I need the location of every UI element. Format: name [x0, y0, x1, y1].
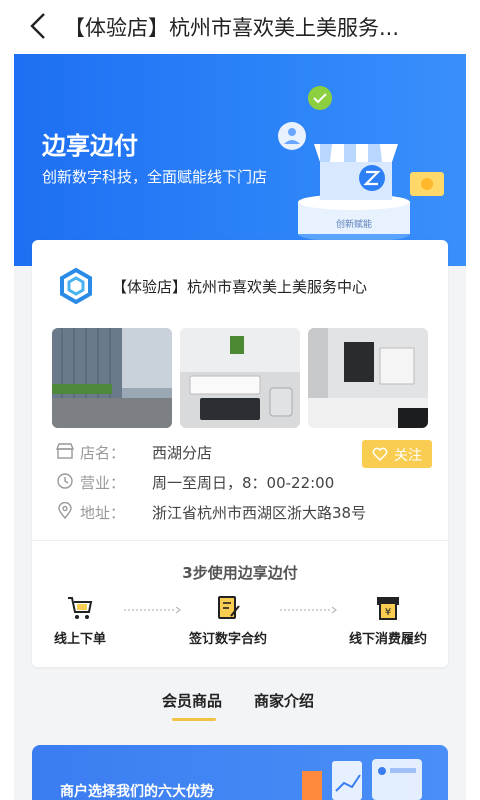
content-tabs: 会员商品 商家介绍 — [0, 690, 480, 730]
store-photo-office[interactable] — [308, 328, 428, 428]
info-label: 营业： — [80, 474, 126, 492]
banner-title: 边享边付 — [42, 132, 138, 160]
store-icon — [56, 443, 74, 459]
follow-label: 关注 — [394, 448, 422, 464]
advantages-banner[interactable]: 商户选择我们的六大优势 — [32, 745, 448, 800]
step-sign-contract: 签订数字合约 — [168, 594, 288, 647]
info-label: 店名： — [80, 444, 126, 462]
info-value: 周一至周日，8：00-22:00 — [152, 474, 335, 492]
step-label: 签订数字合约 — [188, 632, 267, 647]
page-title: 【体验店】杭州市喜欢美上美服务... — [64, 16, 400, 40]
info-value: 西湖分店 — [152, 444, 213, 462]
store-logo-icon — [60, 268, 92, 304]
svg-text:¥: ¥ — [385, 607, 391, 618]
store-illustration-icon: 创新赋能 — [278, 86, 444, 242]
promo-banner: 边享边付 创新数字科技，全面赋能线下门店 创新赋能 — [14, 54, 466, 266]
step-label: 线上下单 — [53, 632, 106, 647]
top-nav-bar: 【体验店】杭州市喜欢美上美服务... — [0, 0, 480, 52]
step-label: 线下消费履约 — [348, 632, 427, 647]
info-value: 浙江省杭州市西湖区浙大路38号 — [152, 504, 367, 522]
store-name: 【体验店】杭州市喜欢美上美服务中心 — [112, 278, 368, 296]
banner-subtitle: 创新数字科技，全面赋能线下门店 — [42, 168, 268, 186]
contract-icon — [218, 596, 240, 619]
chart-illustration-icon — [302, 759, 422, 800]
store-card: 【体验店】杭州市喜欢美上美服务中心 店名： 西湖分店 营业： 周一至周日，8：0… — [32, 240, 448, 667]
info-label: 地址： — [80, 504, 126, 522]
active-tab-indicator — [172, 718, 216, 721]
follow-button[interactable]: 关注 — [362, 440, 432, 468]
store-photo-building[interactable] — [52, 328, 172, 428]
step-offline-fulfil: ¥ 线下消费履约 — [328, 594, 448, 647]
advantages-title: 商户选择我们的六大优势 — [60, 784, 214, 800]
card-divider — [32, 540, 448, 541]
cart-icon — [68, 597, 93, 619]
heart-icon — [372, 447, 388, 462]
stage-label: 创新赋能 — [336, 218, 372, 230]
location-icon — [58, 502, 72, 520]
back-arrow-icon[interactable] — [26, 12, 52, 40]
store-photos — [52, 328, 448, 428]
clock-icon — [57, 473, 73, 489]
steps-title: 3步使用边享边付 — [182, 564, 298, 582]
store-photo-desk[interactable] — [180, 328, 300, 428]
voucher-icon: ¥ — [377, 597, 399, 620]
tab-merchant-intro[interactable]: 商家介绍 — [254, 690, 314, 711]
step-order-online: 线上下单 — [20, 594, 140, 647]
tab-member-products[interactable]: 会员商品 — [162, 690, 222, 711]
